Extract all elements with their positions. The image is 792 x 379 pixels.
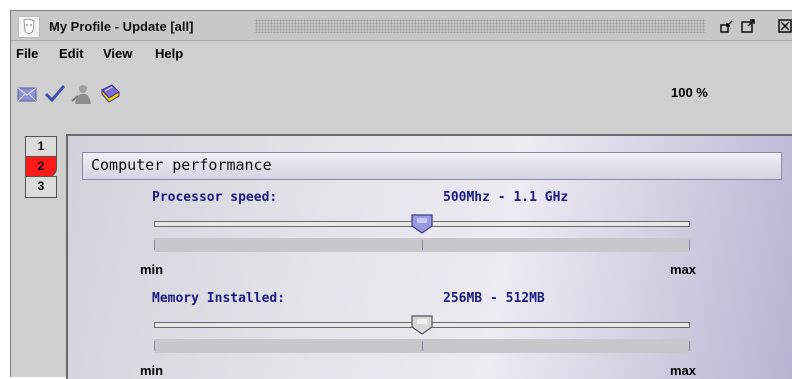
maximize-icon[interactable] — [741, 19, 755, 33]
envelope-icon[interactable] — [15, 82, 39, 106]
memory-installed-value: 256MB - 512MB — [443, 291, 545, 306]
person-icon[interactable] — [69, 82, 93, 106]
window-title: My Profile - Update [all] — [49, 19, 194, 34]
processor-speed-max: max — [670, 262, 697, 277]
menu-file[interactable]: File — [16, 46, 38, 61]
menu-edit[interactable]: Edit — [59, 46, 84, 61]
menu-help[interactable]: Help — [155, 46, 183, 61]
zoom-level: 100 % — [671, 85, 708, 100]
processor-speed-value: 500Mhz - 1.1 GHz — [443, 190, 569, 205]
section-title: Computer performance — [91, 156, 272, 174]
toolbar: 100 % — [11, 67, 792, 125]
tab-2[interactable]: 2 — [25, 156, 57, 178]
tab-3[interactable]: 3 — [25, 176, 57, 198]
section-header: Computer performance — [82, 152, 782, 180]
memory-installed-tick-mid — [422, 341, 423, 351]
minimize-icon[interactable] — [720, 19, 734, 33]
tab-1[interactable]: 1 — [25, 136, 57, 158]
processor-speed-min: min — [140, 262, 164, 277]
memory-installed-label: Memory Installed: — [152, 291, 286, 306]
book-icon[interactable] — [98, 82, 122, 106]
title-grip — [255, 19, 705, 33]
close-icon[interactable] — [778, 19, 792, 33]
app-window: My Profile - Update [all] File Edit View… — [10, 10, 792, 379]
checkmark-icon[interactable] — [43, 82, 67, 106]
processor-speed-tick-mid — [422, 240, 423, 250]
memory-installed-tick-min — [154, 341, 155, 351]
content-panel: Computer performance Processor speed: 50… — [66, 134, 792, 379]
menu-bar: File Edit View Help — [11, 41, 792, 67]
memory-installed-thumb[interactable] — [410, 315, 434, 335]
profile-face-icon — [18, 16, 40, 38]
processor-speed-label: Processor speed: — [152, 190, 278, 205]
memory-installed-tick-max — [689, 341, 690, 351]
processor-speed-tick-min — [154, 240, 155, 250]
processor-speed-thumb[interactable] — [410, 214, 434, 234]
processor-speed-tick-max — [689, 240, 690, 250]
title-bar[interactable]: My Profile - Update [all] — [11, 11, 792, 41]
menu-view[interactable]: View — [103, 46, 132, 61]
